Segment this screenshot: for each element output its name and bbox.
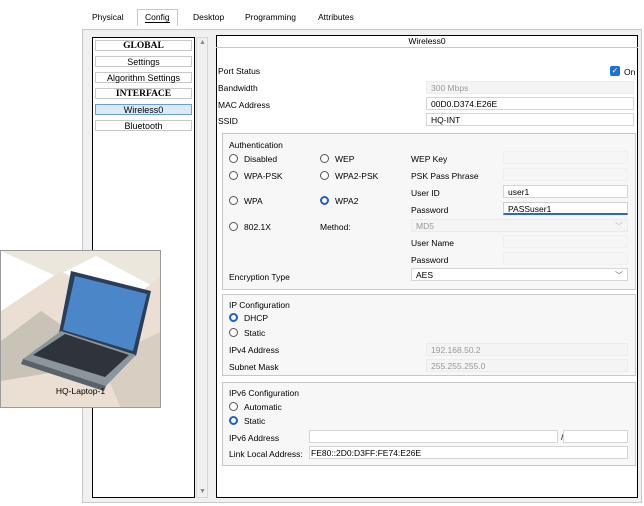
ssid-label: SSID: [218, 116, 238, 126]
dot1x-label: 802.1X: [244, 222, 271, 232]
bandwidth-label: Bandwidth: [218, 83, 258, 93]
radio-ipv6-automatic[interactable]: [229, 402, 238, 411]
radio-disabled[interactable]: [229, 154, 238, 163]
user-id-label: User ID: [411, 188, 440, 198]
psk-pass-phrase-field: [503, 168, 628, 181]
dhcp-label: DHCP: [244, 313, 269, 323]
link-local-address-field[interactable]: FE80::2D0:D3FF:FE74:E26E: [309, 446, 628, 459]
port-on-label: On: [624, 67, 636, 77]
ipv6-static-label: Static: [244, 416, 266, 426]
device-label: HQ-Laptop-1: [55, 386, 106, 396]
sidebar-item-settings[interactable]: Settings: [95, 56, 192, 67]
method-value: MD5: [416, 221, 434, 231]
port-status-checkbox[interactable]: ✓: [610, 66, 620, 76]
wpa-psk-label: WPA-PSK: [244, 171, 283, 181]
tab-physical[interactable]: Physical: [92, 12, 124, 22]
ipv6-address-field[interactable]: [309, 430, 558, 443]
ipv6-prefix-field[interactable]: [563, 430, 628, 443]
link-local-address-label: Link Local Address:: [229, 449, 303, 459]
password2-label: Password: [411, 255, 449, 265]
sidebar-header-global: GLOBAL: [95, 40, 192, 51]
disabled-label: Disabled: [244, 154, 278, 164]
sidebar-item-bluetooth[interactable]: Bluetooth: [95, 120, 192, 131]
radio-dhcp[interactable]: [229, 313, 238, 322]
interface-title: Wireless0: [216, 35, 638, 48]
radio-ipv6-static[interactable]: [229, 416, 238, 425]
wep-key-label: WEP Key: [411, 154, 448, 164]
radio-wpa2-psk[interactable]: [320, 171, 329, 180]
ipv6-automatic-label: Automatic: [244, 402, 282, 412]
sidebar-scrollbar[interactable]: ▲ ▼: [196, 37, 208, 498]
encryption-type-value: AES: [416, 270, 434, 280]
sidebar-header-interface: INTERFACE: [95, 88, 192, 99]
ip-configuration-heading: IP Configuration: [229, 300, 290, 310]
password2-field: [503, 252, 628, 265]
bandwidth-field: 300 Mbps: [426, 81, 634, 94]
radio-wpa2[interactable]: [320, 196, 329, 205]
ip-static-label: Static: [244, 328, 266, 338]
tab-desktop[interactable]: Desktop: [193, 12, 224, 22]
wpa2-psk-label: WPA2-PSK: [335, 171, 379, 181]
tab-attributes[interactable]: Attributes: [318, 12, 354, 22]
ipv6-address-label: IPv6 Address: [229, 433, 280, 443]
radio-ip-static[interactable]: [229, 328, 238, 337]
radio-wep[interactable]: [320, 154, 329, 163]
wpa2-label: WPA2: [335, 196, 359, 206]
wep-key-field: [503, 151, 628, 164]
ipv4-address-label: IPv4 Address: [229, 345, 280, 355]
radio-wpa[interactable]: [229, 196, 238, 205]
scroll-down-icon[interactable]: ▼: [199, 488, 206, 495]
chevron-down-icon: ﹀: [615, 271, 623, 280]
password-label: Password: [411, 205, 449, 215]
wep-label: WEP: [335, 154, 355, 164]
sidebar-item-wireless0[interactable]: Wireless0: [95, 104, 192, 115]
user-name-field: [503, 235, 628, 248]
wpa-label: WPA: [244, 196, 263, 206]
psk-pass-phrase-label: PSK Pass Phrase: [411, 171, 479, 181]
method-label: Method:: [320, 222, 351, 232]
sidebar-item-algorithm-settings[interactable]: Algorithm Settings: [95, 72, 192, 83]
tab-programming[interactable]: Programming: [245, 12, 296, 22]
ipv6-configuration-heading: IPv6 Configuration: [229, 388, 299, 398]
device-card[interactable]: [0, 250, 161, 408]
authentication-heading: Authentication: [229, 140, 283, 150]
encryption-type-label: Encryption Type: [229, 272, 290, 282]
tab-config-label: Config: [145, 12, 170, 23]
user-name-label: User Name: [411, 238, 454, 248]
tab-bar: Physical Config Desktop Programming Attr…: [0, 0, 644, 30]
tab-config[interactable]: Config: [137, 9, 178, 26]
subnet-mask-label: Subnet Mask: [229, 362, 279, 372]
password-field[interactable]: PASSuser1: [503, 202, 628, 215]
ipv4-address-field: 192.168.50.2: [426, 343, 628, 356]
scroll-up-icon[interactable]: ▲: [199, 39, 206, 46]
mac-address-field[interactable]: 00D0.D374.E26E: [426, 97, 634, 110]
port-status-label: Port Status: [218, 66, 261, 76]
ssid-field[interactable]: HQ-INT: [426, 113, 634, 126]
laptop-icon: [1, 251, 160, 407]
chevron-down-icon: ﹀: [615, 222, 623, 231]
radio-wpa-psk[interactable]: [229, 171, 238, 180]
user-id-field[interactable]: user1: [503, 185, 628, 198]
subnet-mask-field: 255.255.255.0: [426, 359, 628, 372]
mac-address-label: MAC Address: [218, 100, 270, 110]
encryption-type-select[interactable]: AES ﹀: [411, 268, 628, 281]
radio-802-1x[interactable]: [229, 222, 238, 231]
method-select: MD5 ﹀: [411, 219, 628, 232]
